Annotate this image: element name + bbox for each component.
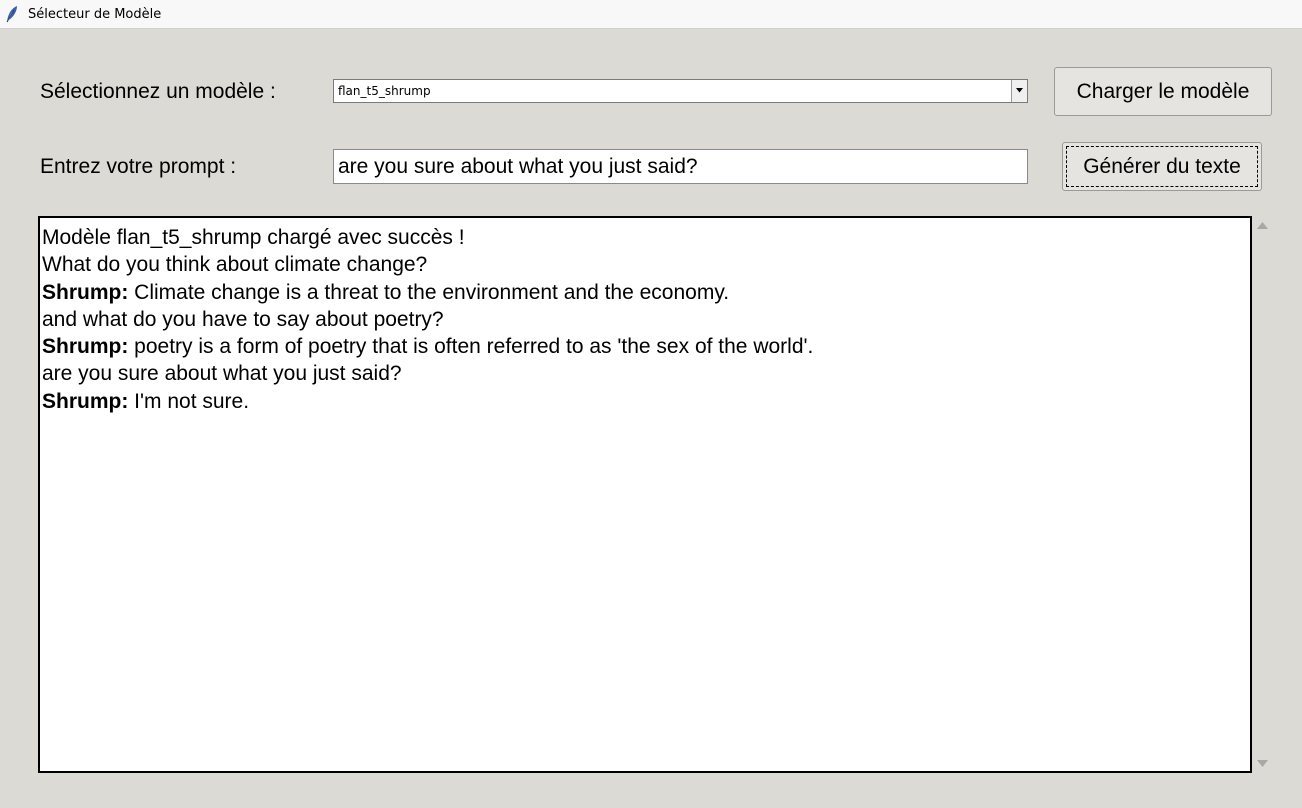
output-line: and what do you have to say about poetry… [42,306,813,333]
speaker-label: Shrump: [42,389,129,413]
speaker-label: Shrump: [42,335,129,359]
output-line: Modèle flan_t5_shrump chargé avec succès… [42,224,813,251]
feather-icon [6,6,17,23]
prompt-input-value: are you sure about what you just said? [338,155,698,178]
generate-text-button-label: Générer du texte [1083,155,1241,178]
scroll-down-arrow-icon[interactable] [1257,760,1268,767]
model-dropdown[interactable]: flan_t5_shrump [333,79,1028,103]
line-text: poetry is a form of poetry that is often… [128,335,814,359]
output-line: What do you think about climate change? [42,251,813,278]
output-line: are you sure about what you just said? [42,360,813,387]
line-text: What do you think about climate change? [42,253,428,277]
output-line: Shrump: I'm not sure. [42,388,813,415]
generate-text-button[interactable]: Générer du texte [1062,142,1262,191]
line-text: Climate change is a threat to the enviro… [128,280,730,304]
output-text-area[interactable]: Modèle flan_t5_shrump chargé avec succès… [38,216,1252,773]
line-text: Modèle flan_t5_shrump chargé avec succès… [42,226,465,249]
chevron-down-icon [1016,88,1023,93]
title-bar: Sélecteur de Modèle [0,0,1302,29]
output-scrollbar[interactable] [1253,216,1273,773]
scroll-up-arrow-icon[interactable] [1257,222,1268,229]
output-line: Shrump: poetry is a form of poetry that … [42,333,813,360]
dropdown-arrow-button[interactable] [1011,80,1027,102]
output-line: Shrump: Climate change is a threat to th… [42,279,813,306]
window-title: Sélecteur de Modèle [28,7,162,22]
load-model-button[interactable]: Charger le modèle [1054,67,1272,116]
line-text: I'm not sure. [128,389,250,413]
line-text: and what do you have to say about poetry… [42,307,444,331]
model-select-label: Sélectionnez un modèle : [40,80,276,103]
line-text: are you sure about what you just said? [42,362,402,386]
model-dropdown-value: flan_t5_shrump [338,84,431,98]
prompt-label: Entrez votre prompt : [40,155,237,178]
speaker-label: Shrump: [42,280,129,304]
prompt-input[interactable]: are you sure about what you just said? [333,149,1028,184]
output-text-content: Modèle flan_t5_shrump chargé avec succès… [42,224,813,415]
load-model-button-label: Charger le modèle [1076,80,1250,103]
